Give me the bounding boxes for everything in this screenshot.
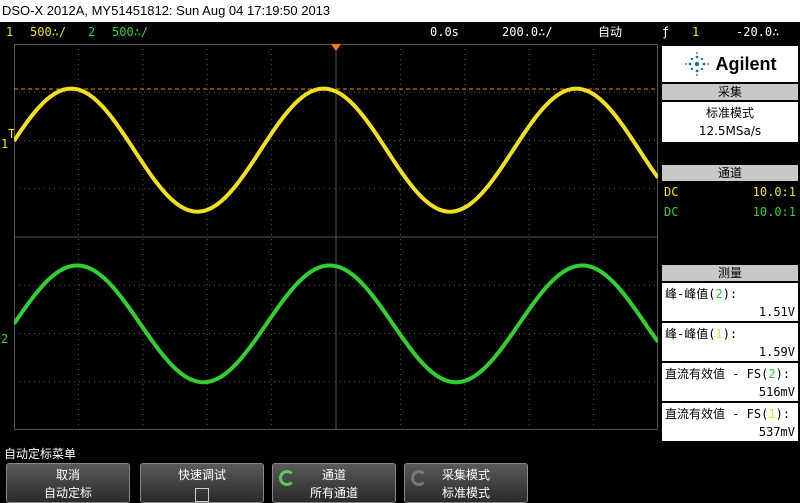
measurement-label-end: ): (722, 327, 738, 341)
measurement-item[interactable]: 直流有效值 - FS(2): 516mV (662, 363, 798, 401)
status-bar: 1 500∴/ 2 500∴/ 0.0s 200.0∴/ 自动 ƒ 1 -20.… (0, 22, 800, 42)
softkey-label: 取消 (55, 468, 80, 482)
measurement-value: 537mV (758, 425, 795, 439)
softkey-label: 快速调试 (177, 468, 226, 482)
softkey-sublabel: 所有通道 (309, 486, 358, 500)
agilent-spark-icon (684, 52, 709, 76)
softkey-bar: 取消 自动定标 快速调试 通道 所有通道 采集模式 标准模式 (0, 461, 800, 503)
side-panel: Agilent 采集 标准模式 12.5MSa/s 通道 DC 10.0:1 D… (660, 44, 800, 442)
brand-logo: Agilent (662, 46, 798, 82)
channel-section[interactable]: DC 10.0:1 DC 10.0:1 (662, 183, 798, 223)
measurement-source: 2 (768, 367, 776, 381)
ch2-probe: 10.0:1 (752, 205, 796, 219)
acquire-mode: 标准模式 (705, 106, 754, 120)
trigger-source[interactable]: 1 (692, 22, 699, 42)
time-offset[interactable]: 0.0s (430, 22, 459, 42)
fast-debug-softkey[interactable]: 快速调试 (140, 463, 264, 503)
ch2-coupling: DC (664, 205, 679, 219)
acquire-section[interactable]: 标准模式 12.5MSa/s (662, 102, 798, 142)
measurement-label: 峰-峰值( (665, 287, 716, 301)
measurement-label-end: ): (775, 407, 791, 421)
waveform-display[interactable] (14, 44, 658, 430)
menu-title: 自动定标菜单 (4, 447, 77, 461)
ch2-scale[interactable]: 500∴/ (112, 22, 148, 42)
ch1-coupling: DC (664, 185, 679, 199)
measurement-label-end: ): (775, 367, 791, 381)
ch2-label[interactable]: 2 (88, 22, 95, 42)
acquire-mode-softkey[interactable]: 采集模式 标准模式 (404, 463, 528, 503)
measurement-source: 1 (768, 407, 776, 421)
measurement-label-end: ): (722, 287, 738, 301)
measurement-value: 1.59V (758, 345, 795, 359)
ch2-ground-marker[interactable]: 2 (1, 332, 8, 346)
ch1-probe: 10.0:1 (752, 185, 796, 199)
brand-name: Agilent (715, 53, 777, 74)
trigger-mode[interactable]: 自动 (598, 22, 622, 42)
ch1-ground-marker[interactable]: 1 (1, 137, 8, 151)
channel-section-header: 通道 (662, 165, 798, 181)
waveform-graticule (14, 44, 658, 430)
measurement-item[interactable]: 峰-峰值(2): 1.51V (662, 283, 798, 321)
trigger-position-marker (331, 44, 341, 51)
measurement-label: 直流有效值 - FS( (665, 367, 769, 381)
entry-knob-icon (279, 470, 295, 486)
trigger-level[interactable]: -20.0∴ (736, 22, 779, 42)
acquire-section-header: 采集 (662, 84, 798, 100)
time-scale[interactable]: 200.0∴/ (502, 22, 553, 42)
trigger-edge-icon: ƒ (662, 25, 670, 39)
measurement-item[interactable]: 峰-峰值(1): 1.59V (662, 323, 798, 361)
measurement-label: 直流有效值 - FS( (665, 407, 769, 421)
measurement-value: 516mV (758, 385, 795, 399)
sample-rate: 12.5MSa/s (698, 124, 762, 138)
checkbox-icon (195, 487, 209, 502)
measurement-value: 1.51V (758, 305, 795, 319)
ch1-label[interactable]: 1 (6, 22, 13, 42)
window-title: DSO-X 2012A, MY51451812: Sun Aug 04 17:1… (0, 0, 800, 22)
measurement-item[interactable]: 直流有效值 - FS(1): 537mV (662, 403, 798, 441)
measurement-label: 峰-峰值( (665, 327, 716, 341)
measurement-source: 1 (715, 327, 723, 341)
entry-knob-icon (411, 470, 427, 486)
ch1-scale[interactable]: 500∴/ (30, 22, 66, 42)
cancel-autoscale-softkey[interactable]: 取消 自动定标 (6, 463, 130, 503)
measure-section-header: 测量 (662, 265, 798, 281)
softkey-sublabel: 自动定标 (43, 486, 92, 500)
measurement-source: 2 (715, 287, 723, 301)
softkey-sublabel: 标准模式 (441, 486, 490, 500)
channels-softkey[interactable]: 通道 所有通道 (272, 463, 396, 503)
